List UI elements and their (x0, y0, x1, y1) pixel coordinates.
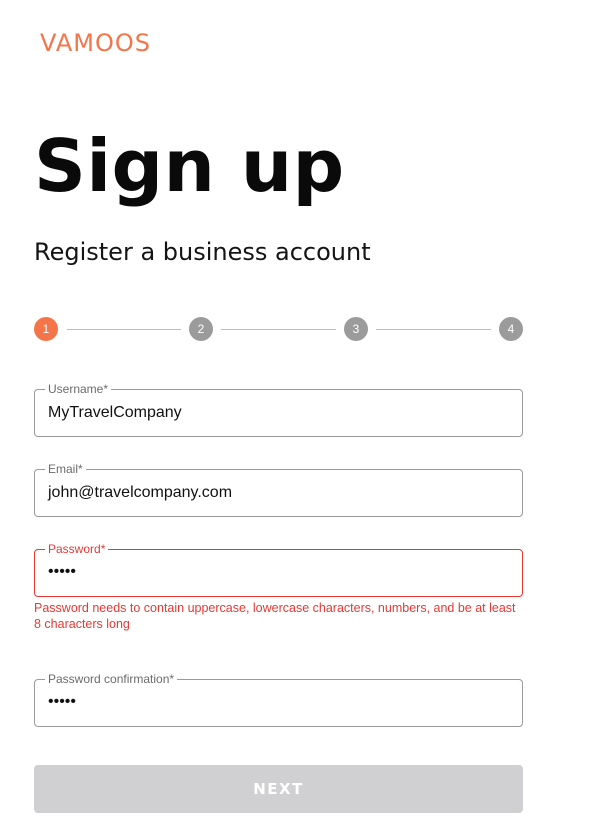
step-connector (376, 329, 491, 330)
username-field[interactable]: Username* MyTravelCompany (34, 382, 523, 437)
username-label: Username* (45, 382, 112, 396)
password-field[interactable]: Password* ••••• (34, 542, 523, 597)
vamoos-logo[interactable]: VAMOOS (40, 29, 151, 57)
step-4-indicator: 4 (499, 317, 523, 341)
password-label: Password* (45, 542, 109, 556)
password-error-message: Password needs to contain uppercase, low… (34, 601, 516, 631)
signup-stepper: 1 2 3 4 (34, 317, 523, 341)
email-value[interactable]: john@travelcompany.com (48, 483, 232, 503)
step-2-indicator: 2 (189, 317, 213, 341)
email-field[interactable]: Email* john@travelcompany.com (34, 462, 523, 517)
step-1-indicator: 1 (34, 317, 58, 341)
password-confirmation-value[interactable]: ••••• (48, 692, 76, 712)
page-title: Sign up (34, 124, 345, 208)
username-value[interactable]: MyTravelCompany (48, 403, 182, 423)
step-3-indicator: 3 (344, 317, 368, 341)
page-subtitle: Register a business account (34, 238, 371, 266)
password-confirmation-label: Password confirmation* (45, 672, 178, 686)
email-label: Email* (45, 462, 86, 476)
signup-page: VAMOOS Sign up Register a business accou… (0, 0, 606, 840)
password-value[interactable]: ••••• (48, 562, 76, 582)
password-confirmation-field[interactable]: Password confirmation* ••••• (34, 672, 523, 727)
step-connector (221, 329, 336, 330)
next-button[interactable]: NEXT (34, 765, 523, 813)
step-connector (67, 329, 181, 330)
